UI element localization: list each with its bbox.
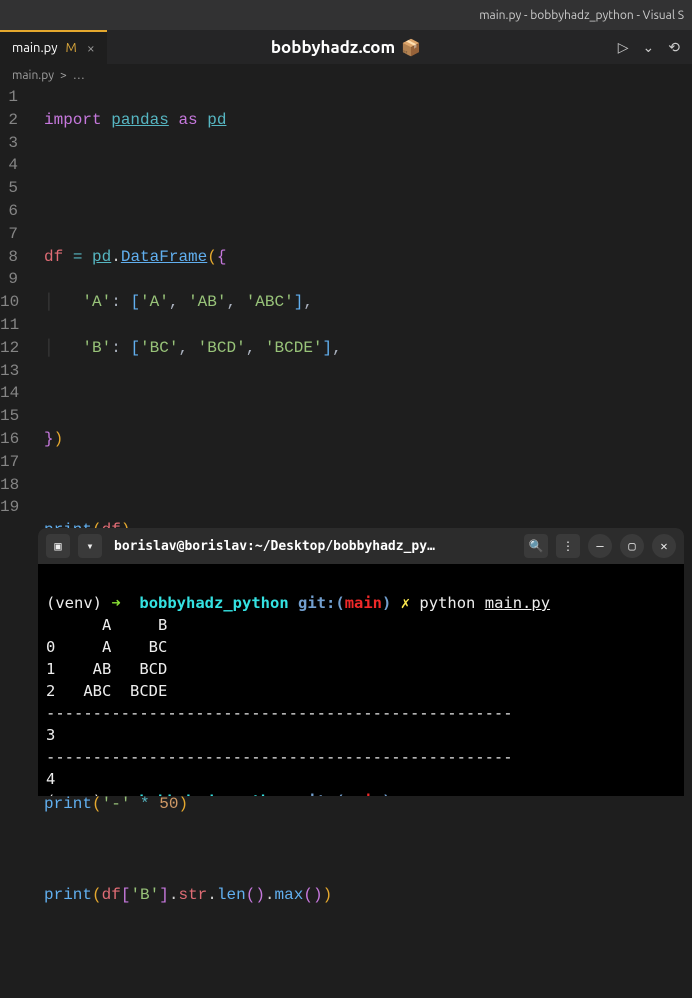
- line-number: 14: [0, 382, 18, 405]
- line-number: 19: [0, 496, 18, 519]
- line-number: 15: [0, 405, 18, 428]
- line-number: 9: [0, 268, 18, 291]
- line-number: 18: [0, 474, 18, 497]
- terminal-line: ----------------------------------------…: [46, 748, 513, 766]
- line-number: 16: [0, 428, 18, 451]
- maximize-button[interactable]: ▢: [620, 534, 644, 558]
- breadcrumb-rest: …: [73, 69, 85, 82]
- line-number: 7: [0, 223, 18, 246]
- terminal-line: (venv) ➜ bobbyhadz_python git:(main) ✗ p…: [46, 594, 550, 612]
- breadcrumb[interactable]: main.py > …: [0, 65, 692, 86]
- line-number: 1: [0, 86, 18, 109]
- run-icon[interactable]: ▷: [618, 39, 629, 56]
- terminal-dropdown-button[interactable]: ▾: [78, 534, 102, 558]
- banner-text: bobbyhadz.com: [271, 38, 395, 57]
- terminal-title: borislav@borislav:~/Desktop/bobbyhadz_py…: [110, 539, 516, 554]
- line-number: 13: [0, 360, 18, 383]
- terminal-line: 3: [46, 726, 55, 744]
- center-banner: bobbyhadz.com 📦: [271, 38, 421, 57]
- terminal-line: A B: [46, 616, 167, 634]
- terminal-line: 4: [46, 770, 55, 788]
- terminal-line: ----------------------------------------…: [46, 704, 513, 722]
- window-title-bar: main.py - bobbyhadz_python - Visual S: [0, 0, 692, 30]
- terminal-content[interactable]: (venv) ➜ bobbyhadz_python git:(main) ✗ p…: [38, 564, 684, 796]
- editor-tabs: main.py M × bobbyhadz.com 📦 ▷ ⌄ ⟲: [0, 30, 692, 65]
- tab-main-py[interactable]: main.py M ×: [0, 30, 107, 65]
- minimize-button[interactable]: –: [588, 534, 612, 558]
- breadcrumb-sep: >: [60, 69, 67, 82]
- line-number: 10: [0, 291, 18, 314]
- terminal-line: (venv) ➜ bobbyhadz_python git:(main) ✗: [46, 792, 410, 796]
- window-title: main.py - bobbyhadz_python - Visual S: [479, 9, 684, 22]
- line-gutter: 1 2 3 4 5 6 7 8 9 10 11 12 13 14 15 16 1…: [0, 86, 30, 998]
- cube-icon: 📦: [401, 38, 421, 57]
- terminal-line: 1 AB BCD: [46, 660, 167, 678]
- line-number: 3: [0, 132, 18, 155]
- terminal-window: ▣ ▾ borislav@borislav:~/Desktop/bobbyhad…: [38, 528, 684, 796]
- line-number: 17: [0, 451, 18, 474]
- editor-actions: ▷ ⌄ ⟲: [618, 39, 680, 56]
- caret-down-icon[interactable]: ⌄: [643, 39, 655, 56]
- cycle-icon[interactable]: ⟲: [668, 39, 680, 56]
- line-number: 12: [0, 337, 18, 360]
- line-number: 2: [0, 109, 18, 132]
- close-icon[interactable]: ×: [87, 40, 95, 56]
- line-number: 6: [0, 200, 18, 223]
- breadcrumb-file: main.py: [12, 69, 54, 82]
- line-number: 4: [0, 154, 18, 177]
- tab-label: main.py: [12, 41, 58, 55]
- menu-icon[interactable]: ⋮: [556, 534, 580, 558]
- tab-modified-indicator: M: [66, 41, 77, 55]
- terminal-new-tab-button[interactable]: ▣: [46, 534, 70, 558]
- terminal-line: 2 ABC BCDE: [46, 682, 167, 700]
- line-number: 8: [0, 246, 18, 269]
- terminal-titlebar: ▣ ▾ borislav@borislav:~/Desktop/bobbyhad…: [38, 528, 684, 564]
- search-icon[interactable]: 🔍: [524, 534, 548, 558]
- close-button[interactable]: ✕: [652, 534, 676, 558]
- line-number: 11: [0, 314, 18, 337]
- terminal-line: 0 A BC: [46, 638, 167, 656]
- line-number: 5: [0, 177, 18, 200]
